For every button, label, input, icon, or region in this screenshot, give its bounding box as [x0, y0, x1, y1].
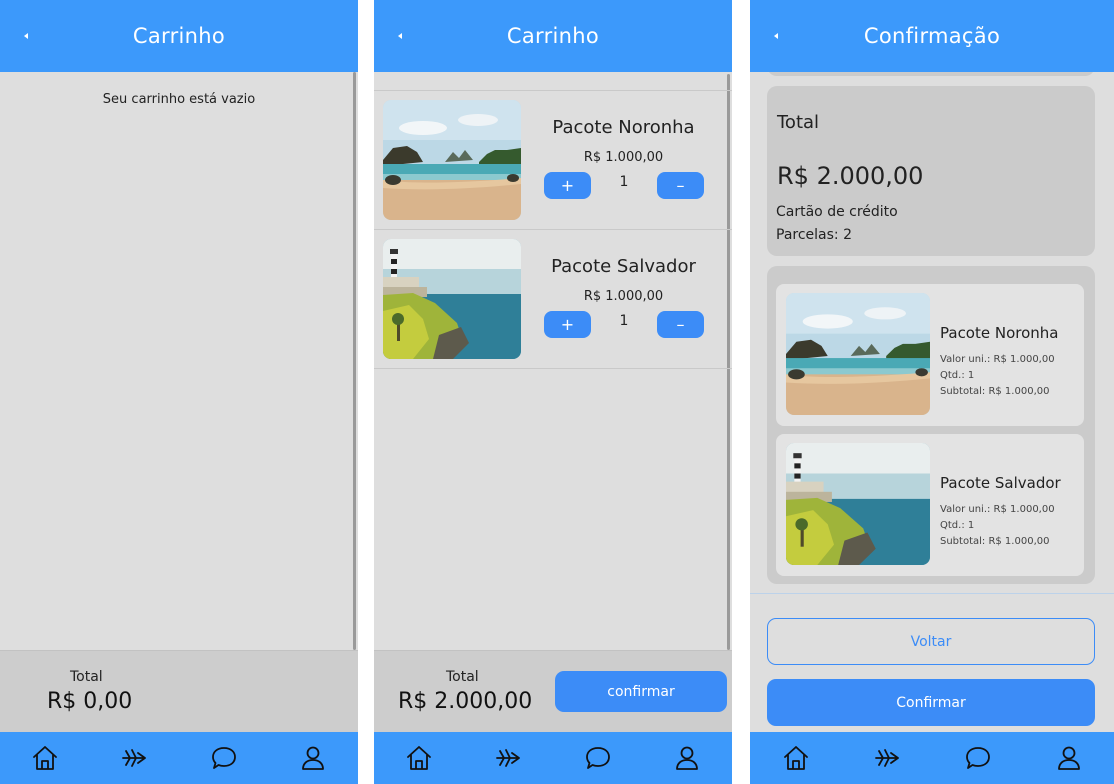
total-label: Total [446, 669, 479, 685]
total-bar: Total R$ 0,00 [0, 650, 358, 733]
lighthouse-image [786, 443, 930, 565]
cart-item: Pacote Noronha R$ 1.000,00 + 1 – [374, 90, 732, 230]
order-item: Pacote Noronha Valor uni.: R$ 1.000,00 Q… [776, 284, 1084, 426]
item-quantity: Qtd.: 1 [940, 520, 975, 531]
screen-cart: Carrinho Pacote Noronha R$ 1.000,00 + 1 … [374, 0, 732, 784]
payment-method: Cartão de crédito [776, 204, 898, 220]
item-price: R$ 1.000,00 [583, 150, 664, 165]
item-name: Pacote Noronha [552, 117, 695, 138]
app-header: Carrinho [0, 0, 358, 72]
item-quantity: 1 [619, 174, 629, 190]
empty-cart-message: Seu carrinho está vazio [102, 92, 256, 107]
page-title: Carrinho [506, 24, 600, 48]
installments: Parcelas: 2 [776, 227, 852, 243]
item-subtotal: Subtotal: R$ 1.000,00 [940, 386, 1050, 397]
bottom-nav [0, 732, 358, 784]
decrease-button[interactable]: – [657, 172, 704, 199]
page-title: Confirmação [863, 24, 1001, 48]
app-header: Confirmação [750, 0, 1114, 72]
item-subtotal: Subtotal: R$ 1.000,00 [940, 536, 1050, 547]
chat-icon[interactable] [958, 738, 998, 778]
bottom-nav [750, 732, 1114, 784]
item-name: Pacote Noronha [940, 324, 1059, 342]
total-label: Total [70, 669, 103, 685]
home-icon[interactable] [776, 738, 816, 778]
item-quantity: Qtd.: 1 [940, 370, 975, 381]
back-icon[interactable] [24, 33, 28, 39]
profile-icon[interactable] [667, 738, 707, 778]
order-summary-card: Total R$ 2.000,00 Cartão de crédito Parc… [767, 86, 1095, 256]
item-unit-price: Valor uni.: R$ 1.000,00 [940, 354, 1055, 365]
lighthouse-image [383, 239, 521, 359]
back-icon[interactable] [774, 33, 778, 39]
back-button[interactable]: Voltar [767, 618, 1095, 665]
confirm-button[interactable]: confirmar [555, 671, 727, 712]
beach-image [786, 293, 930, 415]
order-item: Pacote Salvador Valor uni.: R$ 1.000,00 … [776, 434, 1084, 576]
total-value: R$ 0,00 [47, 689, 133, 714]
beach-image [383, 100, 521, 220]
item-price: R$ 1.000,00 [583, 289, 664, 304]
plane-icon[interactable] [867, 738, 907, 778]
confirm-button[interactable]: Confirmar [767, 679, 1095, 726]
scrollbar[interactable] [353, 72, 356, 650]
page-title: Carrinho [132, 24, 226, 48]
increase-button[interactable]: + [544, 172, 591, 199]
divider [750, 593, 1114, 594]
profile-icon[interactable] [1049, 738, 1089, 778]
chat-icon[interactable] [578, 738, 618, 778]
increase-button[interactable]: + [544, 311, 591, 338]
chat-icon[interactable] [204, 738, 244, 778]
screen-confirmation: Confirmação Total R$ 2.000,00 Cartão de … [750, 0, 1114, 784]
total-value: R$ 2.000,00 [777, 162, 924, 190]
cart-item: Pacote Salvador R$ 1.000,00 + 1 – [374, 230, 732, 369]
home-icon[interactable] [25, 738, 65, 778]
item-name: Pacote Salvador [551, 256, 696, 277]
item-unit-price: Valor uni.: R$ 1.000,00 [940, 504, 1055, 515]
total-value: R$ 2.000,00 [398, 689, 533, 714]
item-quantity: 1 [619, 313, 629, 329]
decrease-button[interactable]: – [657, 311, 704, 338]
back-icon[interactable] [398, 33, 402, 39]
home-icon[interactable] [399, 738, 439, 778]
bottom-nav [374, 732, 732, 784]
total-label: Total [777, 112, 820, 133]
screen-empty-cart: Carrinho Seu carrinho está vazio Total R… [0, 0, 358, 784]
plane-icon[interactable] [114, 738, 154, 778]
profile-icon[interactable] [293, 738, 333, 778]
order-items-panel: Pacote Noronha Valor uni.: R$ 1.000,00 Q… [767, 266, 1095, 584]
item-name: Pacote Salvador [940, 474, 1061, 492]
plane-icon[interactable] [488, 738, 528, 778]
app-header: Carrinho [374, 0, 732, 72]
